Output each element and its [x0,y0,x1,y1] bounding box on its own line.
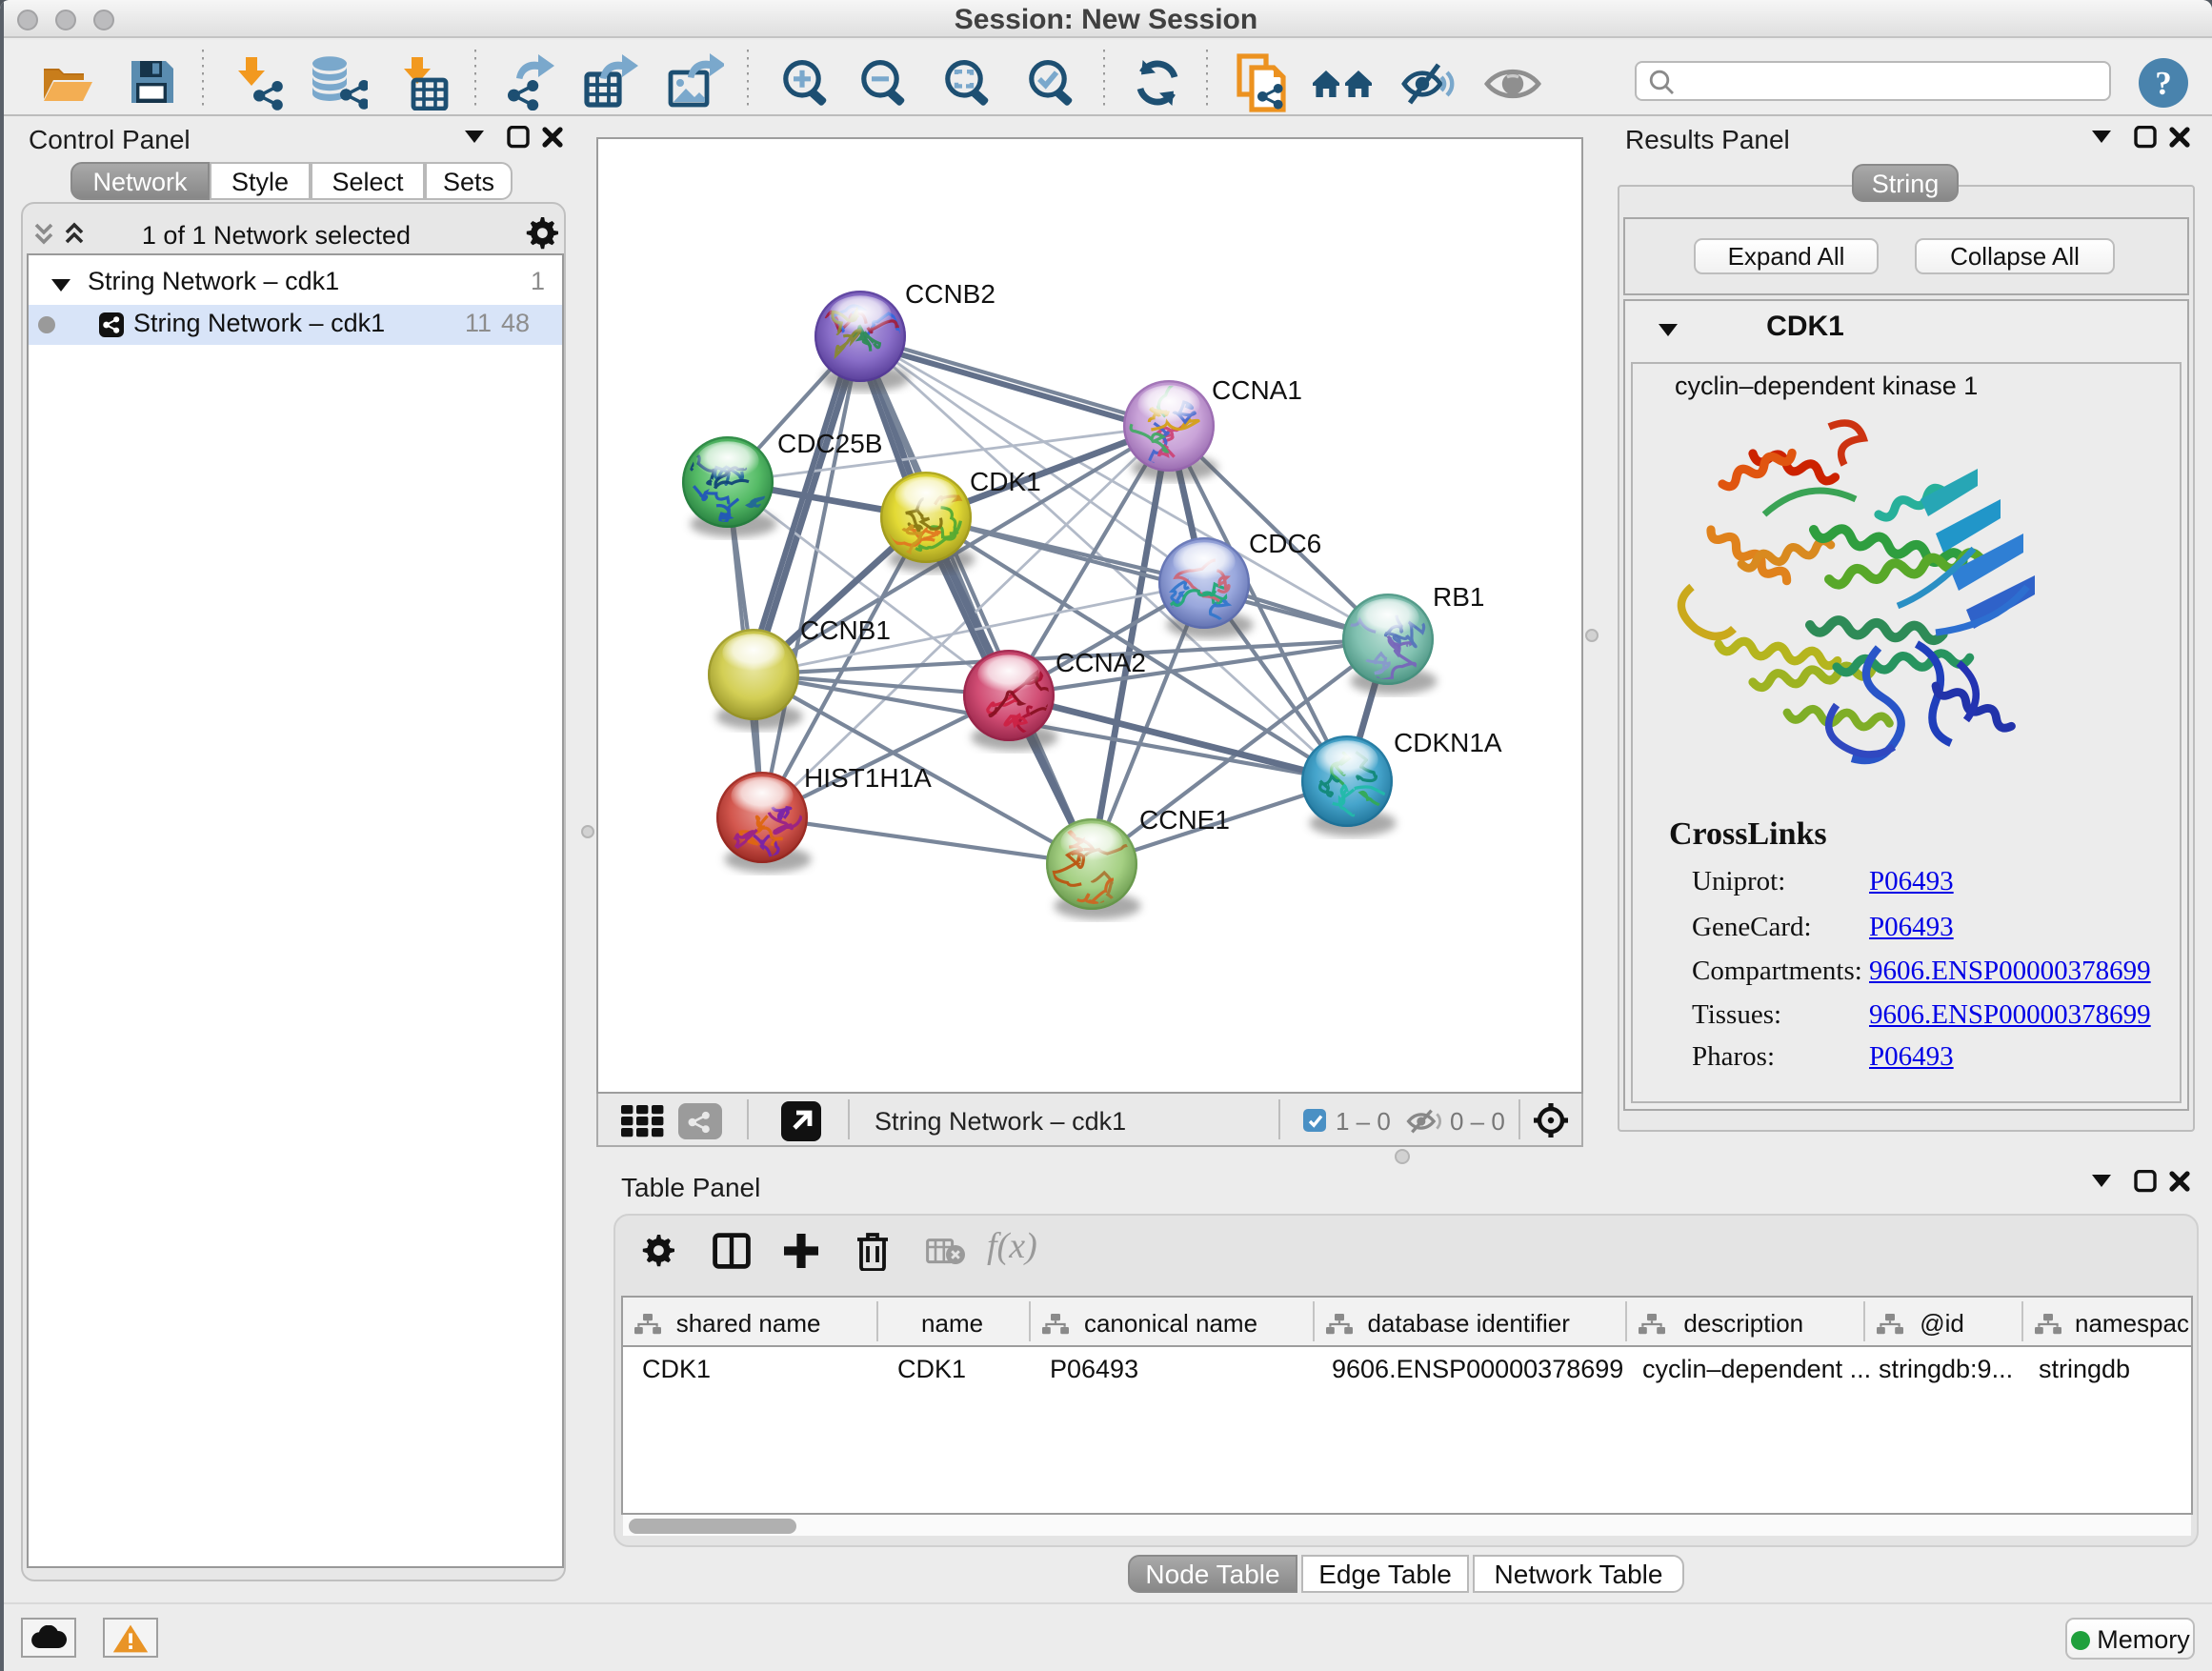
svg-text:HIST1H1A: HIST1H1A [804,763,932,793]
svg-text:?: ? [2155,65,2172,102]
svg-text:CDC6: CDC6 [1249,529,1321,558]
svg-text:CDC25B: CDC25B [777,429,882,458]
svg-text:CCNA1: CCNA1 [1212,375,1302,405]
svg-text:CCNB2: CCNB2 [905,279,995,309]
svg-text:CCNA2: CCNA2 [1056,648,1146,677]
svg-text:CCNE1: CCNE1 [1139,805,1230,835]
svg-text:CDK1: CDK1 [970,467,1041,496]
svg-text:RB1: RB1 [1433,582,1484,612]
svg-text:CDKN1A: CDKN1A [1394,728,1502,757]
svg-text:CCNB1: CCNB1 [800,615,891,645]
